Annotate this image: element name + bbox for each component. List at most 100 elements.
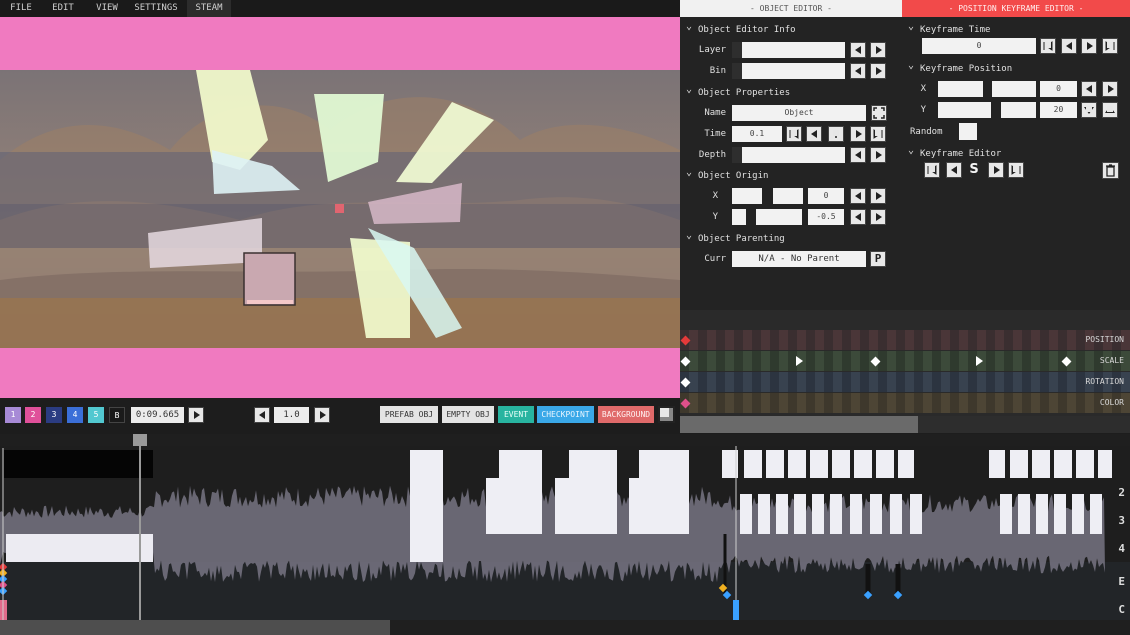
parent-input[interactable]: N/A - No Parent (732, 251, 866, 267)
kf-color-marker[interactable] (680, 398, 691, 409)
kf-row-position[interactable]: POSITION (680, 330, 1130, 350)
keyframe-editor-header[interactable]: Keyframe Editor (908, 148, 1001, 159)
kf-x-slider-left[interactable] (938, 81, 983, 97)
prefab-obj-button[interactable]: PREFAB OBJ (380, 406, 438, 423)
object-properties-header[interactable]: Object Properties (686, 87, 790, 98)
origin-x-input[interactable]: 0 (808, 188, 844, 204)
kf-y-slider-right[interactable] (1001, 102, 1036, 118)
kf-row-scale[interactable]: SCALE (680, 351, 1130, 371)
bin-2-button[interactable]: 2 (25, 407, 41, 423)
time-end-icon[interactable] (870, 126, 886, 142)
menu-view[interactable]: VIEW (88, 0, 126, 17)
layer-3-label[interactable]: 3 (1118, 514, 1125, 527)
speed-up-icon[interactable] (314, 407, 330, 423)
window-toggle-icon[interactable] (658, 406, 675, 423)
time-input[interactable]: 0.1 (732, 126, 782, 142)
game-viewport[interactable] (0, 17, 680, 398)
keyframe-time-input[interactable]: 0 (922, 38, 1036, 54)
background-button[interactable]: BACKGROUND (598, 406, 654, 423)
bin-5-button[interactable]: 5 (88, 407, 104, 423)
kf-x-next-icon[interactable] (1102, 81, 1118, 97)
checkpoint-button[interactable]: CHECKPOINT (537, 406, 594, 423)
kf-next-icon[interactable] (988, 162, 1004, 178)
kf-y-slider-left[interactable] (938, 102, 991, 118)
origin-y-input[interactable]: -0.5 (808, 209, 844, 225)
kf-scale-marker-5[interactable] (1061, 356, 1072, 367)
bin-b-button[interactable]: B (109, 407, 125, 423)
kf-time-prev-icon[interactable] (1061, 38, 1077, 54)
bin-input[interactable] (742, 63, 845, 79)
parent-picker-icon[interactable]: P (870, 251, 886, 267)
kf-time-end-icon[interactable] (1102, 38, 1118, 54)
kf-x-input[interactable]: 0 (1040, 81, 1077, 97)
event-button[interactable]: EVENT (498, 406, 534, 423)
depth-next-icon[interactable] (870, 147, 886, 163)
kf-position-marker[interactable] (680, 335, 691, 346)
kf-row-color[interactable]: COLOR (680, 393, 1130, 413)
bin-next-icon[interactable] (870, 63, 886, 79)
kf-rotation-marker[interactable] (680, 377, 691, 388)
kf-last-icon[interactable] (1008, 162, 1024, 178)
kf-scale-marker-3[interactable] (870, 356, 881, 367)
origin-x-slider-left[interactable] (732, 188, 762, 204)
origin-y-slider-left[interactable] (732, 209, 746, 225)
object-editor-info-header[interactable]: Object Editor Info (686, 24, 796, 35)
time-current-icon[interactable] (828, 126, 844, 142)
kf-scrollbar[interactable] (680, 416, 918, 433)
play-icon[interactable] (188, 407, 204, 423)
object-origin-header[interactable]: Object Origin (686, 170, 768, 181)
playhead-handle[interactable] (133, 434, 147, 446)
time-display[interactable]: 0:09.665 (131, 407, 184, 423)
kf-time-next-icon[interactable] (1081, 38, 1097, 54)
bin-4-button[interactable]: 4 (67, 407, 83, 423)
depth-prev-icon[interactable] (850, 147, 866, 163)
time-start-icon[interactable] (786, 126, 802, 142)
kf-x-slider-right[interactable] (992, 81, 1036, 97)
kf-prev-icon[interactable] (946, 162, 962, 178)
speed-down-icon[interactable] (254, 407, 270, 423)
bin-prev-icon[interactable] (850, 63, 866, 79)
layer-prev-icon[interactable] (850, 42, 866, 58)
layer-4-label[interactable]: 4 (1118, 542, 1125, 555)
expand-icon[interactable] (871, 105, 887, 121)
layer-2-label[interactable]: 2 (1118, 486, 1125, 499)
origin-y-next-icon[interactable] (870, 209, 886, 225)
kf-scale-marker-1[interactable] (680, 356, 691, 367)
object-parenting-header[interactable]: Object Parenting (686, 233, 785, 244)
keyframe-time-header[interactable]: Keyframe Time (908, 24, 990, 35)
object-editor-title[interactable]: - OBJECT EDITOR - (680, 0, 902, 17)
kf-y-input[interactable]: 20 (1040, 102, 1077, 118)
random-toggle[interactable] (959, 123, 977, 140)
layer-next-icon[interactable] (870, 42, 886, 58)
timeline-scrollbar[interactable] (0, 620, 390, 635)
kf-y-down-icon[interactable] (1081, 102, 1097, 118)
origin-y-slider-right[interactable] (756, 209, 802, 225)
empty-obj-button[interactable]: EMPTY OBJ (442, 406, 494, 423)
menu-steam[interactable]: STEAM (187, 0, 231, 17)
keyframe-position-header[interactable]: Keyframe Position (908, 63, 1012, 74)
time-next-icon[interactable] (850, 126, 866, 142)
time-prev-icon[interactable] (806, 126, 822, 142)
delete-icon[interactable] (1102, 162, 1119, 179)
menu-settings[interactable]: SETTINGS (130, 0, 182, 17)
menu-file[interactable]: FILE (4, 0, 38, 17)
menu-edit[interactable]: EDIT (44, 0, 82, 17)
origin-x-next-icon[interactable] (870, 188, 886, 204)
name-input[interactable]: Object (732, 105, 866, 121)
depth-input[interactable] (742, 147, 845, 163)
bin-3-button[interactable]: 3 (46, 407, 62, 423)
kf-scale-marker-2[interactable] (796, 356, 803, 366)
kf-row-rotation[interactable]: ROTATION (680, 372, 1130, 392)
kf-x-prev-icon[interactable] (1081, 81, 1097, 97)
origin-x-slider-right[interactable] (773, 188, 803, 204)
layer-e-label[interactable]: E (1118, 575, 1125, 588)
main-timeline[interactable]: 2 3 4 E C (0, 434, 1130, 635)
kf-y-up-icon[interactable] (1102, 102, 1118, 118)
origin-y-prev-icon[interactable] (850, 209, 866, 225)
speed-display[interactable]: 1.0 (274, 407, 309, 423)
kf-first-icon[interactable] (924, 162, 940, 178)
layer-input[interactable] (742, 42, 845, 58)
kf-time-start-icon[interactable] (1040, 38, 1056, 54)
bin-1-button[interactable]: 1 (5, 407, 21, 423)
position-keyframe-editor-title[interactable]: - POSITION KEYFRAME EDITOR - (902, 0, 1130, 17)
